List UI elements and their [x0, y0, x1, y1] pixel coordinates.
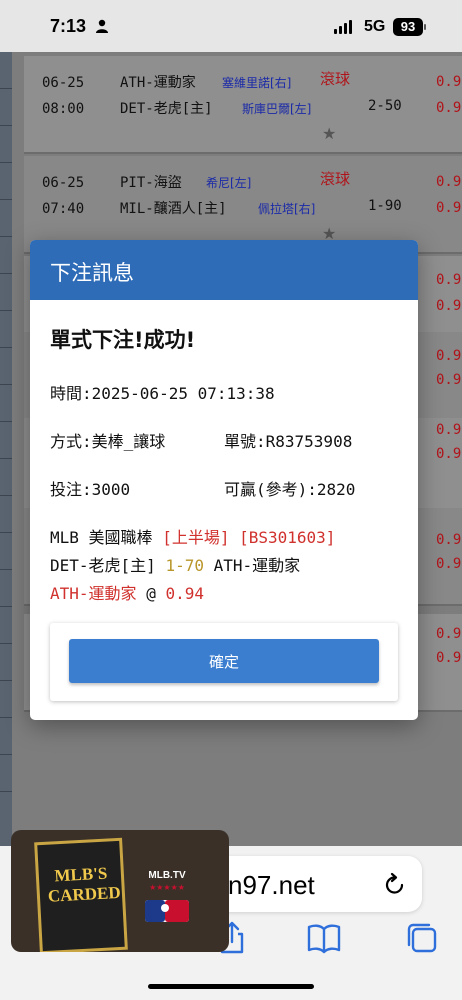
live-label: 滾球: [320, 170, 351, 188]
status-bar: 7:13 5G 93: [0, 0, 462, 52]
home-team: DET-老虎[主]: [50, 556, 156, 575]
ticket-number: 單號:R83753908: [224, 432, 353, 451]
home-team: MIL-釀酒人[主]: [120, 201, 227, 217]
favorite-star-icon[interactable]: ★: [322, 124, 336, 143]
bet-stake: 投注:3000: [50, 480, 131, 499]
signal-icon: [334, 20, 352, 34]
away-team: ATH-運動家: [213, 556, 301, 575]
home-team: DET-老虎[主]: [120, 101, 213, 117]
bet-pick-line: ATH-運動家 @ 0.94: [50, 580, 204, 604]
half-label: [上半場]: [162, 528, 230, 547]
odds-value[interactable]: 0.9: [436, 74, 461, 90]
game-datetime: 06-25 08:00: [42, 75, 85, 117]
pip-video[interactable]: MLB'S CARDED ★★★★★ MLB.TV: [11, 830, 229, 952]
potential-win: 可贏(參考):2820: [224, 480, 356, 499]
home-indicator[interactable]: [148, 984, 314, 989]
battery-tip: [424, 24, 426, 30]
event-code: [BS301603]: [239, 528, 336, 547]
person-icon: [96, 19, 108, 33]
away-team: ATH-運動家: [120, 75, 196, 91]
card-title: MLB'S CARDED: [47, 863, 122, 906]
network-type: 5G: [364, 18, 386, 35]
bookmarks-icon[interactable]: [306, 920, 342, 956]
at-symbol: @: [146, 584, 156, 603]
confirm-button[interactable]: 確定: [69, 639, 379, 683]
odds-value[interactable]: 0.9: [436, 100, 461, 116]
dialog-title: 下注訊息: [30, 240, 418, 300]
success-message: 單式下注!成功!: [50, 328, 196, 352]
home-pitcher: 佩拉塔[右]: [258, 202, 316, 216]
dialog-footer: 確定: [50, 623, 398, 701]
handicap-line: 2-50: [368, 98, 402, 114]
video-thumbnail-card: MLB'S CARDED: [34, 837, 128, 952]
odds-value[interactable]: 0.9: [436, 446, 461, 462]
side-menu-strip[interactable]: [0, 52, 12, 852]
bet-league-line: MLB 美國職棒 [上半場] [BS301603]: [50, 524, 335, 548]
odds-value[interactable]: 0.9: [436, 532, 461, 548]
odds-value[interactable]: 0.9: [436, 348, 461, 364]
odds-value[interactable]: 0.9: [436, 556, 461, 572]
reload-icon[interactable]: [384, 872, 406, 896]
tabs-icon[interactable]: [404, 920, 440, 956]
odds-value[interactable]: 0.9: [436, 422, 461, 438]
bet-match-line: DET-老虎[主] 1-70 ATH-運動家: [50, 552, 300, 576]
home-pitcher: 斯庫巴爾[左]: [242, 102, 312, 116]
odds-value[interactable]: 0.9: [436, 372, 461, 388]
bet-method: 方式:美棒_讓球: [50, 432, 166, 451]
handicap-line: 1-90: [368, 198, 402, 214]
odds-value[interactable]: 0.9: [436, 200, 461, 216]
pip-logo-text: MLB.TV: [148, 870, 186, 881]
handicap: 1-70: [165, 556, 204, 575]
svg-text:★★★★★: ★★★★★: [149, 883, 185, 892]
away-pitcher: 塞維里諾[右]: [222, 76, 292, 90]
game-row[interactable]: 06-25 08:00 ATH-運動家 塞維里諾[右] DET-老虎[主] 斯庫巴…: [24, 56, 462, 154]
away-team: PIT-海盜: [120, 175, 182, 191]
status-time: 7:13: [50, 16, 87, 36]
odds-value[interactable]: 0.9: [436, 174, 461, 190]
league-name: MLB 美國職棒: [50, 528, 153, 547]
bet-odds: 0.94: [165, 584, 204, 603]
battery-icon: 93: [393, 18, 423, 36]
away-pitcher: 希尼[左]: [206, 176, 252, 190]
live-label: 滾球: [320, 70, 351, 88]
odds-value[interactable]: 0.9: [436, 626, 461, 642]
bet-time: 時間:2025-06-25 07:13:38: [50, 384, 275, 403]
odds-value[interactable]: 0.9: [436, 298, 461, 314]
selected-team: ATH-運動家: [50, 584, 137, 603]
odds-value[interactable]: 0.9: [436, 650, 461, 666]
url-text: n97.net: [228, 870, 315, 900]
bet-info-dialog: 下注訊息 單式下注!成功! 時間:2025-06-25 07:13:38 方式:…: [30, 240, 418, 720]
odds-value[interactable]: 0.9: [436, 272, 461, 288]
game-datetime: 06-25 07:40: [42, 175, 85, 217]
